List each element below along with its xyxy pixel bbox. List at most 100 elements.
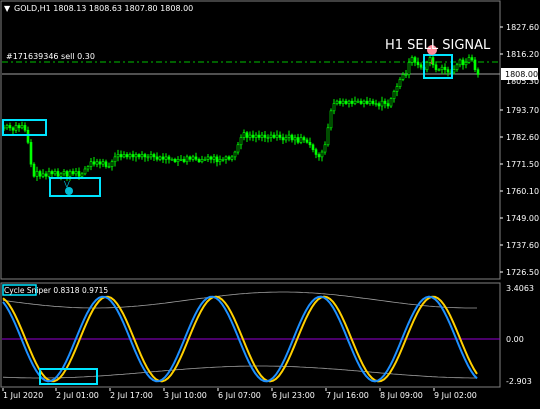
candle-body [329,110,333,129]
candle-body [101,161,105,165]
candle-body [389,98,393,107]
candle-body [437,69,441,71]
price-tick: 1760.10 [506,187,539,196]
candle-body [134,154,138,158]
candle-body [38,171,42,177]
candle-body [314,149,318,155]
candles [2,53,480,182]
candle-body [476,69,480,75]
candle-body [218,159,222,163]
candle-body [416,62,420,66]
candle-body [323,144,327,153]
candle-body [341,100,345,104]
candle-body [80,173,84,177]
candle-body [455,64,459,70]
candle-body [143,154,147,158]
candle-body [20,125,24,129]
chart-window[interactable]: ▼ GOLD,H1 1808.13 1808.63 1807.80 1808.0… [0,0,540,405]
candle-body [185,156,189,163]
candle-body [44,173,48,177]
candle-body [173,159,177,163]
candle-body [305,139,309,143]
time-tick: 8 Jul 09:00 [380,391,423,400]
buy-arrow-icon: ⋁ [63,180,70,188]
candle-body [239,137,243,146]
candle-body [371,100,375,104]
candle-body [191,156,195,160]
candle-body [461,59,465,66]
time-axis[interactable]: 1 Jul 2020 2 Jul 01:00 2 Jul 17:00 3 Jul… [2,388,477,400]
candle-body [77,171,81,177]
candle-body [200,159,204,163]
candle-body [245,132,249,138]
price-tick: 1726.50 [506,268,539,277]
price-tick: 1827.60 [506,23,539,32]
candle-body [140,154,144,158]
candle-body [107,166,111,168]
candle-body [392,91,396,100]
time-tick: 1 Jul 2020 [3,391,43,400]
candle-body [257,134,261,138]
candle-body [167,156,171,160]
candle-body [275,134,279,138]
price-tick: 1793.70 [506,106,539,115]
candle-body [335,100,339,104]
candle-body [122,154,126,158]
candle-body [317,154,321,158]
candle-body [86,166,90,170]
candle-body [260,134,264,138]
candle-body [29,142,33,165]
indicator-title: Cycle Sniper 0.8318 0.9715 [4,286,108,295]
candle-body [362,100,366,104]
candle-body [338,100,342,104]
candle-body [26,129,30,143]
candle-body [47,171,51,177]
candle-body [464,62,468,66]
indicator-tick: 0.00 [506,335,524,344]
current-price: 1808.00 [505,70,538,79]
time-tick: 3 Jul 10:00 [164,391,207,400]
candle-body [287,134,291,138]
candle-body [41,173,45,177]
candle-body [116,154,120,158]
indicator-tick: 3.4063 [506,284,534,293]
candle-body [443,66,447,70]
candle-body [290,134,294,141]
time-tick: 6 Jul 23:00 [272,391,315,400]
candle-body [206,156,210,160]
candle-body [353,100,357,104]
candle-body [110,161,114,167]
candle-body [242,132,246,138]
candle-body [380,100,384,107]
candle-body [452,69,456,73]
price-tick: 1816.20 [506,50,539,59]
chart-canvas[interactable]: ▼ GOLD,H1 1808.13 1808.63 1807.80 1808.0… [0,0,540,405]
candle-body [215,156,219,163]
candle-body [119,154,123,158]
candle-body [203,159,207,161]
collapse-arrow-icon[interactable]: ▼ [4,4,11,13]
candle-body [320,151,324,158]
candle-body [413,57,417,63]
candle-body [263,134,267,138]
candle-body [23,125,27,131]
candle-body [137,154,141,158]
candle-body [53,171,57,175]
candle-body [179,159,183,161]
time-tick: 7 Jul 16:00 [326,391,369,400]
sell-arrow-icon: ↓ [429,59,434,66]
candle-body [17,125,21,129]
candle-body [8,125,12,129]
candle-body [83,168,87,175]
candle-body [407,62,411,75]
candle-body [176,159,180,163]
candle-body [248,134,252,138]
candle-body [308,142,312,146]
candle-body [410,57,414,63]
price-tick: 1782.60 [506,133,539,142]
candle-body [302,137,306,141]
price-tick: 1737.60 [506,241,539,250]
candle-body [377,103,381,107]
price-axis[interactable]: 1827.60 1816.20 1805.30 1793.70 1782.60 … [500,23,539,277]
candle-body [131,154,135,158]
